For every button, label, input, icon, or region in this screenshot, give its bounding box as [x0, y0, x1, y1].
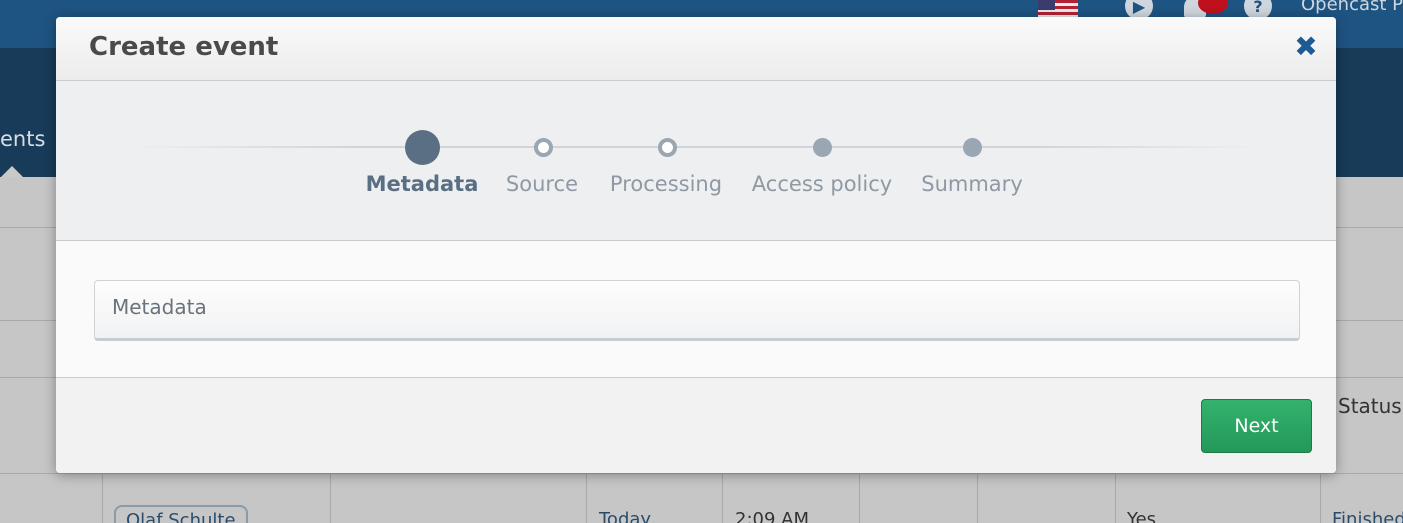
close-icon[interactable]: ✖ [1292, 31, 1320, 63]
modal-header: Create event ✖ [56, 17, 1336, 81]
table-divider [102, 473, 103, 523]
modal-title: Create event [89, 32, 279, 62]
presenter-tag[interactable]: Olaf Schulte [114, 505, 248, 523]
table-divider [586, 473, 587, 523]
step-dot-processing[interactable] [658, 138, 677, 157]
modal-footer: Next [56, 378, 1336, 473]
metadata-section[interactable]: Metadata [94, 280, 1300, 341]
table-divider [0, 473, 1403, 474]
status-column-header[interactable]: Status [1338, 394, 1402, 418]
table-divider [722, 473, 723, 523]
step-dot-summary [963, 138, 982, 157]
org-name[interactable]: Opencast P [1301, 0, 1403, 15]
table-cell-date: Today [599, 509, 652, 523]
step-dot-source[interactable] [534, 138, 553, 157]
page: ▶ ? Opencast P ents Status Olaf Schulte … [0, 0, 1403, 523]
modal-body: Metadata [56, 241, 1336, 378]
table-cell-status[interactable]: Finished [1332, 509, 1403, 523]
step-dot-metadata[interactable] [405, 130, 440, 165]
flag-us-icon[interactable] [1038, 0, 1078, 18]
table-divider [1115, 473, 1116, 523]
metadata-section-title: Metadata [112, 295, 207, 319]
table-cell-published: Yes [1127, 509, 1157, 523]
step-label-access-policy: Access policy [751, 172, 893, 196]
table-cell-time: 2:09 AM [735, 509, 809, 523]
step-label-metadata[interactable]: Metadata [366, 172, 479, 196]
step-label-source[interactable]: Source [506, 172, 578, 196]
table-divider [977, 473, 978, 523]
nav-tab-events[interactable]: ents [0, 127, 45, 151]
table-divider [330, 473, 331, 523]
create-event-modal: Create event ✖ Metadata Source Processin… [56, 17, 1336, 473]
table-divider [1320, 473, 1321, 523]
next-button[interactable]: Next [1201, 399, 1312, 453]
wizard-steps [56, 81, 1336, 241]
table-divider [859, 473, 860, 523]
step-label-processing[interactable]: Processing [610, 172, 722, 196]
step-dot-access-policy [813, 138, 832, 157]
step-label-summary: Summary [921, 172, 1023, 196]
wizard-progress-line [131, 146, 1261, 148]
